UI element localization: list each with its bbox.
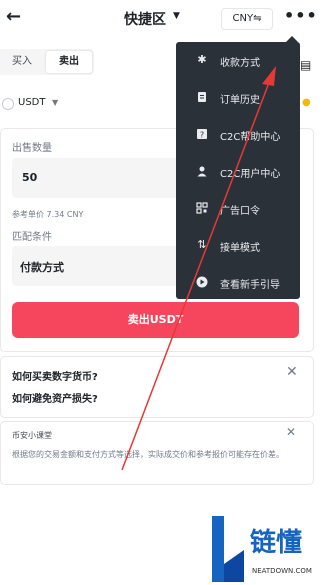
- tab-buy[interactable]: 买入: [0, 49, 44, 75]
- page-title[interactable]: 快捷区: [124, 9, 166, 29]
- quantity-value[interactable]: 50: [22, 171, 37, 184]
- menu-item-payment-methods[interactable]: ✱ 收款方式: [176, 44, 300, 78]
- gear-icon: ✱: [197, 53, 207, 66]
- currency-switch-button[interactable]: CNY⇋: [221, 8, 273, 30]
- menu-item-ad-code[interactable]: 广告口令: [176, 192, 300, 226]
- menu-item-user-center[interactable]: C2C用户中心: [176, 155, 300, 189]
- menu-item-order-history[interactable]: 订单历史: [176, 81, 300, 115]
- menu-item-order-mode[interactable]: ⇅ 接单模式: [176, 229, 300, 263]
- menu-item-beginner-guide[interactable]: 查看新手引导: [176, 266, 300, 300]
- user-icon: [196, 165, 208, 177]
- sell-usdt-button[interactable]: 卖出USDT: [12, 302, 299, 338]
- order-list-icon[interactable]: ▤: [300, 58, 311, 72]
- qr-icon: [196, 202, 208, 214]
- quantity-label: 出售数量: [12, 143, 52, 154]
- menu-item-label: 查看新手引导: [220, 280, 280, 291]
- faq-close-icon[interactable]: ✕: [286, 364, 298, 380]
- play-icon: [196, 276, 208, 288]
- quantity-input[interactable]: [12, 158, 196, 198]
- menu-item-label: 广告口令: [220, 206, 260, 217]
- document-icon: [196, 91, 208, 103]
- help-icon: ?: [196, 128, 208, 140]
- reference-price: 参考单价 7.34 CNY: [12, 210, 84, 219]
- payment-method-label[interactable]: 付款方式: [20, 259, 64, 275]
- menu-item-label: 订单历史: [220, 95, 260, 106]
- swap-icon: ⇅: [197, 238, 207, 251]
- tab-sell[interactable]: 卖出: [46, 51, 92, 73]
- menu-item-label: C2C帮助中心: [220, 132, 281, 143]
- asset-radio[interactable]: [2, 98, 14, 110]
- faq-link-buy-sell[interactable]: 如何买卖数字货币?: [12, 368, 98, 383]
- menu-item-label: 收款方式: [220, 58, 260, 69]
- watermark-text: 链懂: [250, 528, 303, 558]
- more-menu-icon[interactable]: •••: [284, 6, 318, 25]
- academy-close-icon[interactable]: ✕: [286, 425, 296, 439]
- asset-selector[interactable]: USDT: [18, 97, 45, 108]
- faq-card: [0, 356, 314, 418]
- watermark-url: NEATDOWN.COM: [252, 567, 312, 575]
- academy-description: 根据您的交易金额和支付方式等选择，实际成交价和参考报价可能存在价差。: [12, 450, 284, 459]
- title-dropdown-icon[interactable]: ▼: [173, 11, 180, 21]
- menu-item-help-center[interactable]: ? C2C帮助中心: [176, 118, 300, 152]
- menu-item-label: C2C用户中心: [220, 169, 281, 180]
- faq-link-avoid-loss[interactable]: 如何避免资产损失?: [12, 390, 98, 405]
- menu-item-label: 接单模式: [220, 243, 260, 254]
- match-conditions-label: 匹配条件: [12, 232, 52, 243]
- back-arrow-icon[interactable]: ←: [6, 6, 21, 27]
- coin-icon: ●: [302, 97, 311, 108]
- academy-title: 币安小课堂: [12, 431, 52, 440]
- svg-text:?: ?: [200, 131, 204, 140]
- watermark-logo-icon: [212, 516, 244, 582]
- asset-dropdown-icon[interactable]: ▼: [52, 98, 58, 107]
